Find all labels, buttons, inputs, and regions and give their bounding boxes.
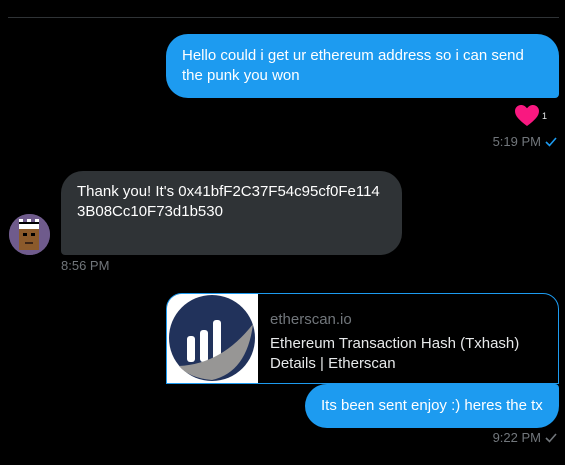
timestamp-text: 8:56 PM <box>61 258 110 273</box>
timestamp-text: 9:22 PM <box>492 430 541 445</box>
message-timestamp: 5:19 PM <box>493 134 557 149</box>
check-icon <box>545 136 557 147</box>
outgoing-message-bubble[interactable]: Hello could i get ur ethereum address so… <box>166 34 559 98</box>
reaction-count: 1 <box>542 111 548 121</box>
timestamp-text: 5:19 PM <box>492 134 541 149</box>
link-title: Ethereum Transaction Hash (Txhash) Detai… <box>270 335 520 372</box>
link-thumbnail <box>167 294 258 383</box>
sender-avatar[interactable] <box>9 214 50 255</box>
incoming-message-bubble[interactable]: Thank you! It's 0x41bfF2C37F54c95cf0Fe11… <box>61 171 402 255</box>
cryptopunk-avatar-icon <box>9 214 50 255</box>
link-text-area: etherscan.io Ethereum Transaction Hash (… <box>258 294 558 383</box>
message-timestamp: 9:22 PM <box>493 430 557 445</box>
message-timestamp: 8:56 PM <box>61 258 109 273</box>
outgoing-message-bubble[interactable]: Its been sent enjoy :) heres the tx <box>305 384 559 428</box>
etherscan-logo-icon <box>167 294 258 383</box>
heart-reaction[interactable] <box>514 104 544 128</box>
check-icon <box>545 432 557 443</box>
link-domain: etherscan.io <box>270 311 352 328</box>
top-divider <box>8 17 559 18</box>
heart-icon <box>515 105 539 126</box>
link-preview-card[interactable]: etherscan.io Ethereum Transaction Hash (… <box>166 293 559 384</box>
